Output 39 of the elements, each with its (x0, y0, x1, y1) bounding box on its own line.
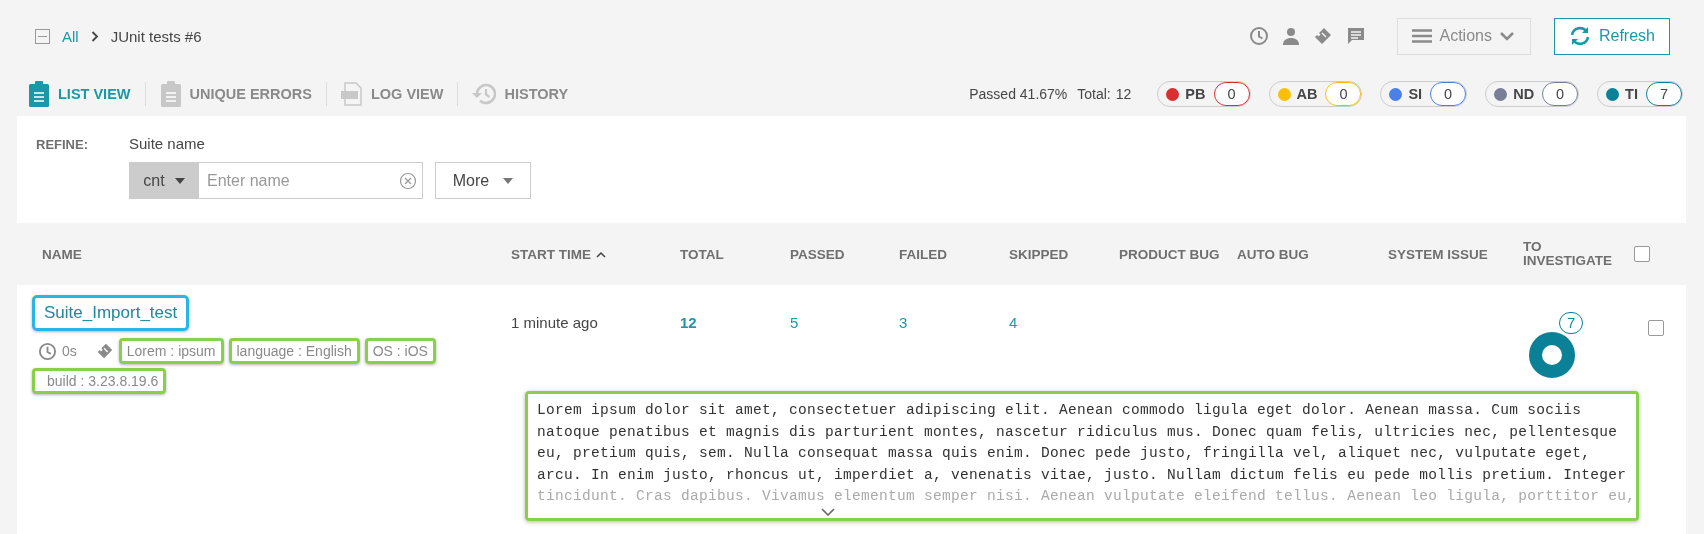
actions-button[interactable]: Actions (1396, 17, 1531, 55)
breadcrumb-link[interactable]: All (62, 27, 79, 45)
attribute-tag[interactable]: build : 3.23.8.19.6 (32, 368, 167, 394)
condition-dropdown[interactable]: cnt (129, 162, 199, 199)
column-header[interactable]: PRODUCT BUG (1119, 246, 1220, 262)
column-header[interactable]: FAILED (899, 246, 947, 262)
start-time: 1 minute ago (511, 314, 598, 331)
view-tab[interactable]: UNIQUE ERRORS (159, 81, 312, 107)
breadcrumb-current: JUnit tests #6 (110, 27, 202, 45)
column-header[interactable]: SYSTEM ISSUE (1388, 246, 1488, 262)
column-header[interactable]: NAME (42, 246, 82, 262)
attribute-tag[interactable]: OS : iOS (364, 338, 436, 364)
failed-link[interactable]: 3 (899, 314, 908, 331)
view-tab[interactable]: LIST VIEW (28, 81, 131, 107)
attribute-tag[interactable]: Lorem : ipsum (118, 338, 224, 364)
name-filter-field[interactable]: Enter name (199, 162, 423, 199)
column-header[interactable]: AUTO BUG (1237, 246, 1309, 262)
total-link[interactable]: 12 (680, 314, 697, 331)
count-badge: 7 (1559, 312, 1584, 334)
refine-label: REFINE: (36, 137, 89, 154)
view-tab[interactable]: HISTORY (472, 83, 569, 105)
total-count: 12 (1115, 86, 1132, 102)
column-header[interactable]: TO INVESTIGATE (1523, 240, 1623, 268)
skipped-link[interactable]: 4 (1009, 314, 1018, 331)
suite-name-link[interactable]: Suite_Import_test (32, 295, 190, 331)
passed-rate: Passed 41.67% (969, 86, 1068, 102)
column-header[interactable]: TOTAL (680, 246, 724, 262)
filter-label: Suite name (129, 135, 206, 152)
column-header[interactable]: START TIME (511, 246, 591, 262)
total-label: Total: (1077, 86, 1111, 102)
duration: 0s (62, 343, 77, 359)
description-box: Lorem ipsum dolor sit amet, consectetuer adipiscing elit. Aenean commodo ligula eget dolor. Aenean massa. Cum sociis natoque penatibus et magnis dis parturient montes, nascetur ridiculus mus. Donec quam felis, ultricies nec, pellentesque eu, pretium quis, sem. Nulla consequat massa quis enim. Donec pede justo, fringilla vel, aliquet nec, vulputate eget, arcu. In enim justo, rhoncus ut, imperdiet a, venenatis vitae, justo. Nullam dictum felis eu pede mollis pretium. Integer tincidunt. Cras dapibus. Vivamus elementum semper nisi. Aenean vulputate eleifend tellus. Aenean leo ligula, porttitor eu, (525, 391, 1639, 521)
column-header[interactable]: PASSED (790, 246, 845, 262)
column-header[interactable]: SKIPPED (1009, 246, 1069, 262)
attribute-tag[interactable]: language : English (228, 338, 360, 364)
view-tab[interactable]: LOG VIEW (340, 82, 444, 106)
passed-link[interactable]: 5 (790, 314, 799, 331)
refresh-button[interactable]: Refresh (1553, 17, 1670, 55)
more-button[interactable]: More (435, 162, 531, 199)
